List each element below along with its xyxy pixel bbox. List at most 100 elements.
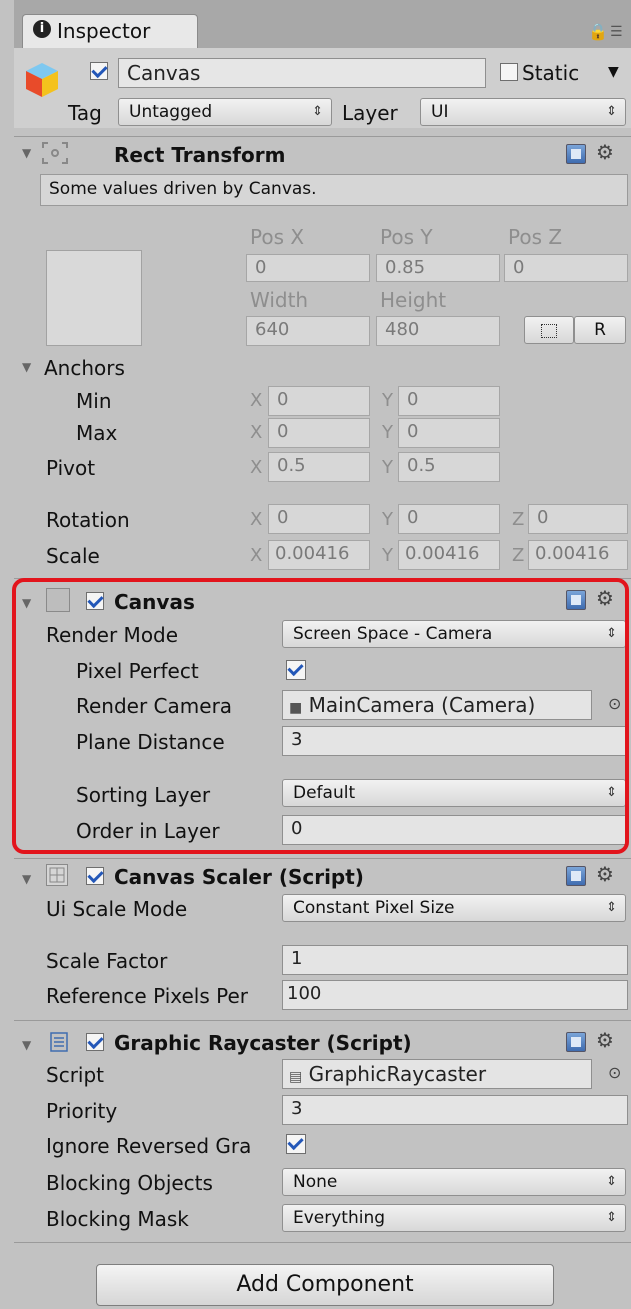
- rotation-label: Rotation: [46, 508, 130, 532]
- rot-x-axis-label: X: [250, 509, 263, 530]
- min-x-axis-label: X: [250, 390, 263, 411]
- scale-factor-field[interactable]: 1: [282, 945, 628, 975]
- active-checkbox[interactable]: [90, 62, 108, 80]
- foldout-arrow-icon[interactable]: ▼: [22, 872, 31, 886]
- anchor-min-y-field[interactable]: 0: [398, 386, 500, 416]
- blocking-mask-label: Blocking Mask: [46, 1207, 189, 1231]
- updown-icon: ⇕: [606, 104, 617, 119]
- scale-x-field[interactable]: 0.00416: [268, 540, 370, 570]
- pos-x-field[interactable]: 0: [246, 254, 370, 282]
- blueprint-icon: [541, 324, 557, 338]
- pivot-x-field[interactable]: 0.5: [268, 452, 370, 482]
- script-field[interactable]: ▤ GraphicRaycaster: [282, 1059, 592, 1089]
- pos-z-field[interactable]: 0: [504, 254, 628, 282]
- blocking-objects-value: None: [293, 1172, 338, 1192]
- rotation-z-field[interactable]: 0: [528, 504, 628, 534]
- object-name-field[interactable]: Canvas: [118, 58, 486, 88]
- divider: [14, 1020, 631, 1021]
- anchor-max-x-field[interactable]: 0: [268, 418, 370, 448]
- script-label: Script: [46, 1063, 105, 1087]
- reference-pixels-field[interactable]: 100: [282, 980, 628, 1010]
- priority-label: Priority: [46, 1099, 118, 1123]
- height-label: Height: [380, 288, 447, 312]
- help-book-icon[interactable]: [566, 144, 586, 164]
- anchors-foldout-icon[interactable]: ▼: [22, 360, 31, 374]
- layer-value: UI: [431, 102, 449, 122]
- help-book-icon[interactable]: [566, 866, 586, 886]
- rotation-x-field[interactable]: 0: [268, 504, 370, 534]
- static-label: Static: [522, 61, 580, 85]
- layer-dropdown[interactable]: UI ⇕: [420, 98, 626, 126]
- menu-icon[interactable]: ☰: [610, 24, 623, 40]
- script-value: GraphicRaycaster: [308, 1062, 487, 1086]
- scale-z-field[interactable]: 0.00416: [528, 540, 628, 570]
- blocking-mask-value: Everything: [293, 1208, 386, 1228]
- scale-label: Scale: [46, 544, 100, 568]
- canvas-scaler-enabled-checkbox[interactable]: [86, 867, 104, 885]
- add-component-label: Add Component: [236, 1272, 414, 1297]
- scale-factor-label: Scale Factor: [46, 949, 168, 973]
- help-book-icon[interactable]: [566, 1032, 586, 1052]
- canvas-scaler-title: Canvas Scaler (Script): [114, 865, 364, 889]
- anchor-min-x-field[interactable]: 0: [268, 386, 370, 416]
- info-icon: i: [33, 20, 51, 38]
- scale-y-axis-label: Y: [382, 545, 393, 566]
- rot-z-axis-label: Z: [512, 509, 525, 530]
- foldout-arrow-icon[interactable]: ▼: [22, 146, 31, 160]
- updown-icon: ⇕: [606, 1174, 617, 1189]
- rotation-y-field[interactable]: 0: [398, 504, 500, 534]
- updown-icon: ⇕: [606, 900, 617, 915]
- ui-scale-mode-value: Constant Pixel Size: [293, 898, 455, 918]
- ignore-reversed-label: Ignore Reversed Gra: [46, 1134, 252, 1158]
- min-y-axis-label: Y: [382, 390, 393, 411]
- rot-y-axis-label: Y: [382, 509, 393, 530]
- tab-inspector[interactable]: i Inspector: [22, 14, 198, 48]
- tag-dropdown[interactable]: Untagged ⇕: [118, 98, 332, 126]
- blueprint-mode-button[interactable]: [524, 316, 574, 344]
- notice-text: Some values driven by Canvas.: [49, 179, 317, 199]
- blocking-objects-dropdown[interactable]: None ⇕: [282, 1168, 626, 1196]
- gear-icon[interactable]: ⚙: [596, 1028, 614, 1052]
- graphic-raycaster-enabled-checkbox[interactable]: [86, 1033, 104, 1051]
- anchors-label: Anchors: [44, 356, 125, 380]
- scale-y-field[interactable]: 0.00416: [398, 540, 500, 570]
- rect-transform-icon: [40, 140, 70, 166]
- pivot-label: Pivot: [46, 456, 96, 480]
- anchor-preset-box[interactable]: [46, 250, 142, 346]
- max-label: Max: [76, 421, 118, 445]
- add-component-button[interactable]: Add Component: [96, 1264, 554, 1306]
- static-dropdown-icon[interactable]: ▼: [608, 64, 619, 80]
- width-label: Width: [250, 288, 309, 312]
- foldout-arrow-icon[interactable]: ▼: [22, 1038, 31, 1052]
- pivot-y-axis-label: Y: [382, 457, 393, 478]
- updown-icon: ⇕: [312, 104, 323, 119]
- ignore-reversed-checkbox[interactable]: [286, 1134, 306, 1154]
- static-checkbox[interactable]: [500, 63, 518, 81]
- raw-edit-label: R: [594, 320, 606, 340]
- blocking-mask-dropdown[interactable]: Everything ⇕: [282, 1204, 626, 1232]
- pos-y-field[interactable]: 0.85: [376, 254, 500, 282]
- min-label: Min: [76, 389, 112, 413]
- gear-icon[interactable]: ⚙: [596, 862, 614, 886]
- tab-label: Inspector: [57, 19, 151, 43]
- inspector-panel: i Inspector 🔒 ☰ Canvas Static ▼ Tag Unta…: [0, 0, 631, 1309]
- priority-field[interactable]: 3: [282, 1095, 628, 1125]
- pos-z-label: Pos Z: [508, 225, 563, 249]
- layer-label: Layer: [342, 101, 398, 125]
- divider: [14, 1242, 631, 1243]
- notice-box: Some values driven by Canvas.: [40, 174, 628, 206]
- divider: [14, 858, 631, 859]
- width-field[interactable]: 640: [246, 316, 370, 346]
- gear-icon[interactable]: ⚙: [596, 140, 614, 164]
- rect-transform-title: Rect Transform: [114, 143, 286, 167]
- pos-y-label: Pos Y: [380, 225, 433, 249]
- pos-x-label: Pos X: [250, 225, 305, 249]
- graphic-raycaster-title: Graphic Raycaster (Script): [114, 1031, 412, 1055]
- lock-icon[interactable]: 🔒: [588, 22, 608, 41]
- height-field[interactable]: 480: [376, 316, 500, 346]
- object-picker-icon[interactable]: ⊙: [608, 1063, 621, 1082]
- raw-edit-button[interactable]: R: [574, 316, 626, 344]
- ui-scale-mode-dropdown[interactable]: Constant Pixel Size ⇕: [282, 894, 626, 922]
- anchor-max-y-field[interactable]: 0: [398, 418, 500, 448]
- pivot-y-field[interactable]: 0.5: [398, 452, 500, 482]
